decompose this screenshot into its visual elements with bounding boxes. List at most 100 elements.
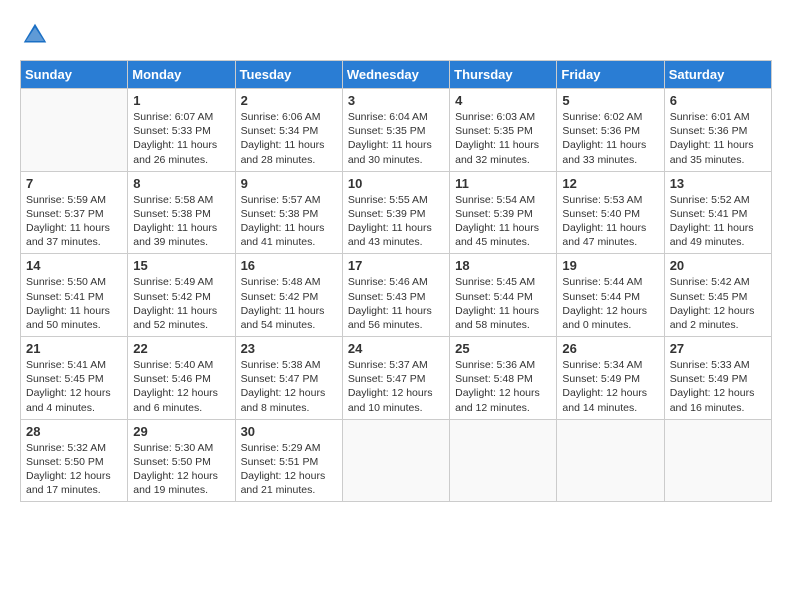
day-info: Sunrise: 5:50 AM Sunset: 5:41 PM Dayligh… <box>26 275 122 332</box>
day-number: 17 <box>348 258 444 273</box>
calendar-cell: 24 Sunrise: 5:37 AM Sunset: 5:47 PM Dayli… <box>342 337 449 420</box>
day-info: Sunrise: 5:30 AM Sunset: 5:50 PM Dayligh… <box>133 441 229 498</box>
calendar-cell: 16Sunrise: 5:48 AM Sunset: 5:42 PM Dayli… <box>235 254 342 337</box>
calendar-cell: 12 Sunrise: 5:53 AM Sunset: 5:40 PM Dayli… <box>557 171 664 254</box>
day-number: 19 <box>562 258 658 273</box>
day-number: 12 <box>562 176 658 191</box>
day-number: 14 <box>26 258 122 273</box>
calendar-header-row: SundayMondayTuesdayWednesdayThursdayFrid… <box>21 61 772 89</box>
calendar-cell: 19 Sunrise: 5:44 AM Sunset: 5:44 PM Dayli… <box>557 254 664 337</box>
calendar-cell: 18 Sunrise: 5:45 AM Sunset: 5:44 PM Dayli… <box>450 254 557 337</box>
calendar-cell: 23 Sunrise: 5:38 AM Sunset: 5:47 PM Dayli… <box>235 337 342 420</box>
day-of-week-header: Thursday <box>450 61 557 89</box>
day-of-week-header: Friday <box>557 61 664 89</box>
calendar-cell: 21 Sunrise: 5:41 AM Sunset: 5:45 PM Dayli… <box>21 337 128 420</box>
day-number: 9 <box>241 176 337 191</box>
day-number: 11 <box>455 176 551 191</box>
day-of-week-header: Saturday <box>664 61 771 89</box>
day-info: Sunrise: 5:37 AM Sunset: 5:47 PM Dayligh… <box>348 358 444 415</box>
calendar-cell: 3 Sunrise: 6:04 AM Sunset: 5:35 PM Daylig… <box>342 89 449 172</box>
calendar-cell: 13 Sunrise: 5:52 AM Sunset: 5:41 PM Dayli… <box>664 171 771 254</box>
calendar-cell: 27 Sunrise: 5:33 AM Sunset: 5:49 PM Dayli… <box>664 337 771 420</box>
day-number: 25 <box>455 341 551 356</box>
calendar-cell: 2Sunrise: 6:06 AM Sunset: 5:34 PM Daylig… <box>235 89 342 172</box>
day-number: 23 <box>241 341 337 356</box>
calendar-cell: 4 Sunrise: 6:03 AM Sunset: 5:35 PM Daylig… <box>450 89 557 172</box>
calendar-cell: 29 Sunrise: 5:30 AM Sunset: 5:50 PM Dayli… <box>128 419 235 502</box>
calendar-cell: 17 Sunrise: 5:46 AM Sunset: 5:43 PM Dayli… <box>342 254 449 337</box>
day-number: 26 <box>562 341 658 356</box>
calendar-cell: 6 Sunrise: 6:01 AM Sunset: 5:36 PM Daylig… <box>664 89 771 172</box>
calendar-cell <box>664 419 771 502</box>
calendar-cell: 11Sunrise: 5:54 AM Sunset: 5:39 PM Dayli… <box>450 171 557 254</box>
day-info: Sunrise: 5:36 AM Sunset: 5:48 PM Dayligh… <box>455 358 551 415</box>
day-info: Sunrise: 6:02 AM Sunset: 5:36 PM Dayligh… <box>562 110 658 167</box>
day-info: Sunrise: 5:42 AM Sunset: 5:45 PM Dayligh… <box>670 275 766 332</box>
calendar-cell <box>21 89 128 172</box>
calendar-cell <box>450 419 557 502</box>
day-info: Sunrise: 6:04 AM Sunset: 5:35 PM Dayligh… <box>348 110 444 167</box>
day-number: 6 <box>670 93 766 108</box>
calendar-week-row: 28 Sunrise: 5:32 AM Sunset: 5:50 PM Dayli… <box>21 419 772 502</box>
day-info: Sunrise: 5:32 AM Sunset: 5:50 PM Dayligh… <box>26 441 122 498</box>
day-info: Sunrise: 5:45 AM Sunset: 5:44 PM Dayligh… <box>455 275 551 332</box>
day-info: Sunrise: 5:38 AM Sunset: 5:47 PM Dayligh… <box>241 358 337 415</box>
calendar-week-row: 21 Sunrise: 5:41 AM Sunset: 5:45 PM Dayli… <box>21 337 772 420</box>
calendar-week-row: 1 Sunrise: 6:07 AM Sunset: 5:33 PM Daylig… <box>21 89 772 172</box>
calendar-cell: 26 Sunrise: 5:34 AM Sunset: 5:49 PM Dayli… <box>557 337 664 420</box>
calendar-cell: 25 Sunrise: 5:36 AM Sunset: 5:48 PM Dayli… <box>450 337 557 420</box>
day-info: Sunrise: 6:01 AM Sunset: 5:36 PM Dayligh… <box>670 110 766 167</box>
day-info: Sunrise: 6:07 AM Sunset: 5:33 PM Dayligh… <box>133 110 229 167</box>
day-of-week-header: Sunday <box>21 61 128 89</box>
day-info: Sunrise: 5:44 AM Sunset: 5:44 PM Dayligh… <box>562 275 658 332</box>
day-info: Sunrise: 5:49 AM Sunset: 5:42 PM Dayligh… <box>133 275 229 332</box>
calendar-cell: 15 Sunrise: 5:49 AM Sunset: 5:42 PM Dayli… <box>128 254 235 337</box>
logo-icon <box>20 20 50 50</box>
calendar-cell: 10Sunrise: 5:55 AM Sunset: 5:39 PM Dayli… <box>342 171 449 254</box>
day-number: 15 <box>133 258 229 273</box>
calendar-table: SundayMondayTuesdayWednesdayThursdayFrid… <box>20 60 772 502</box>
calendar-cell: 7 Sunrise: 5:59 AM Sunset: 5:37 PM Daylig… <box>21 171 128 254</box>
day-number: 29 <box>133 424 229 439</box>
calendar-cell: 30Sunrise: 5:29 AM Sunset: 5:51 PM Dayli… <box>235 419 342 502</box>
day-number: 27 <box>670 341 766 356</box>
day-info: Sunrise: 6:03 AM Sunset: 5:35 PM Dayligh… <box>455 110 551 167</box>
day-info: Sunrise: 5:33 AM Sunset: 5:49 PM Dayligh… <box>670 358 766 415</box>
calendar-week-row: 7 Sunrise: 5:59 AM Sunset: 5:37 PM Daylig… <box>21 171 772 254</box>
day-number: 5 <box>562 93 658 108</box>
day-info: Sunrise: 5:41 AM Sunset: 5:45 PM Dayligh… <box>26 358 122 415</box>
day-info: Sunrise: 5:40 AM Sunset: 5:46 PM Dayligh… <box>133 358 229 415</box>
day-number: 7 <box>26 176 122 191</box>
calendar-week-row: 14 Sunrise: 5:50 AM Sunset: 5:41 PM Dayli… <box>21 254 772 337</box>
day-info: Sunrise: 5:52 AM Sunset: 5:41 PM Dayligh… <box>670 193 766 250</box>
day-of-week-header: Tuesday <box>235 61 342 89</box>
calendar-cell: 9Sunrise: 5:57 AM Sunset: 5:38 PM Daylig… <box>235 171 342 254</box>
day-number: 4 <box>455 93 551 108</box>
day-number: 21 <box>26 341 122 356</box>
day-info: Sunrise: 5:29 AM Sunset: 5:51 PM Dayligh… <box>241 441 337 498</box>
calendar-cell: 28 Sunrise: 5:32 AM Sunset: 5:50 PM Dayli… <box>21 419 128 502</box>
day-number: 24 <box>348 341 444 356</box>
day-number: 20 <box>670 258 766 273</box>
day-number: 28 <box>26 424 122 439</box>
day-info: Sunrise: 5:55 AM Sunset: 5:39 PM Dayligh… <box>348 193 444 250</box>
day-number: 18 <box>455 258 551 273</box>
day-number: 3 <box>348 93 444 108</box>
day-info: Sunrise: 5:58 AM Sunset: 5:38 PM Dayligh… <box>133 193 229 250</box>
day-info: Sunrise: 5:46 AM Sunset: 5:43 PM Dayligh… <box>348 275 444 332</box>
day-number: 8 <box>133 176 229 191</box>
day-info: Sunrise: 5:48 AM Sunset: 5:42 PM Dayligh… <box>241 275 337 332</box>
day-of-week-header: Wednesday <box>342 61 449 89</box>
calendar-cell: 22 Sunrise: 5:40 AM Sunset: 5:46 PM Dayli… <box>128 337 235 420</box>
day-info: Sunrise: 5:34 AM Sunset: 5:49 PM Dayligh… <box>562 358 658 415</box>
day-number: 22 <box>133 341 229 356</box>
calendar-cell: 8 Sunrise: 5:58 AM Sunset: 5:38 PM Daylig… <box>128 171 235 254</box>
calendar-cell: 14 Sunrise: 5:50 AM Sunset: 5:41 PM Dayli… <box>21 254 128 337</box>
day-number: 13 <box>670 176 766 191</box>
day-number: 1 <box>133 93 229 108</box>
day-info: Sunrise: 5:53 AM Sunset: 5:40 PM Dayligh… <box>562 193 658 250</box>
logo <box>20 20 54 50</box>
calendar-cell: 1 Sunrise: 6:07 AM Sunset: 5:33 PM Daylig… <box>128 89 235 172</box>
day-info: Sunrise: 5:59 AM Sunset: 5:37 PM Dayligh… <box>26 193 122 250</box>
calendar-cell <box>557 419 664 502</box>
